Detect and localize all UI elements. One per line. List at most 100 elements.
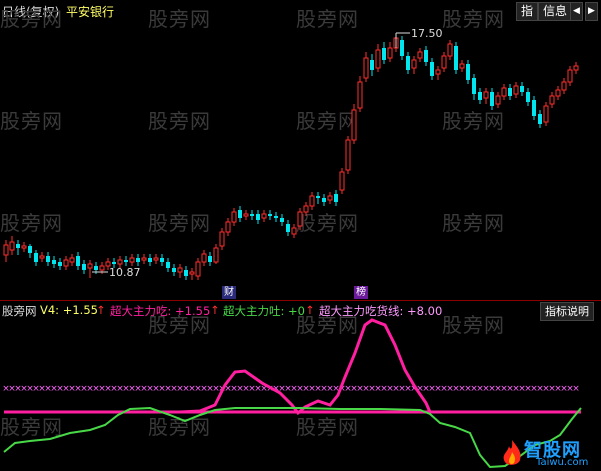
candle-body bbox=[184, 270, 188, 276]
candle-body bbox=[490, 92, 494, 106]
candle-body bbox=[243, 213, 249, 217]
candle-body bbox=[382, 48, 386, 60]
candle-body bbox=[424, 50, 428, 62]
earnings-tag[interactable]: 财 bbox=[222, 286, 236, 299]
candle-body bbox=[351, 109, 357, 141]
candle-body bbox=[472, 78, 476, 94]
candle-body bbox=[501, 87, 507, 97]
candle-body bbox=[447, 43, 453, 57]
candle-body bbox=[286, 224, 290, 232]
candle-body bbox=[274, 216, 278, 218]
candle-body bbox=[375, 49, 381, 69]
candle-body bbox=[280, 218, 284, 222]
candle-body bbox=[34, 253, 38, 262]
candle-body bbox=[406, 56, 410, 70]
candle-body bbox=[94, 266, 98, 270]
candle-body bbox=[538, 114, 542, 124]
candle-body bbox=[9, 241, 15, 251]
candle-body bbox=[225, 221, 231, 233]
candle-body bbox=[16, 244, 20, 248]
candle-body bbox=[520, 86, 524, 92]
candle-body bbox=[400, 40, 404, 56]
candle-body bbox=[454, 46, 458, 70]
candle-body bbox=[513, 85, 519, 95]
candle-body bbox=[417, 51, 423, 59]
candle-body bbox=[363, 57, 369, 79]
candle-body bbox=[495, 95, 501, 105]
candle-body bbox=[117, 259, 123, 265]
candle-body bbox=[82, 264, 86, 270]
candle-body bbox=[555, 89, 561, 97]
logo-url: Taiwu.com bbox=[536, 457, 589, 468]
candle-body bbox=[201, 253, 207, 263]
candle-body bbox=[238, 210, 242, 218]
candle-body bbox=[466, 64, 470, 80]
candle-body bbox=[411, 59, 417, 69]
candle-body bbox=[459, 63, 465, 69]
candle-body bbox=[189, 271, 195, 275]
candle-body bbox=[99, 265, 105, 271]
dotted-marker: × bbox=[572, 384, 580, 394]
candle-body bbox=[549, 95, 555, 105]
candle-body bbox=[334, 194, 338, 202]
candle-body bbox=[327, 195, 333, 201]
candle-body bbox=[213, 247, 219, 263]
pane-divider bbox=[0, 300, 601, 301]
candle-body bbox=[58, 262, 62, 266]
candle-body bbox=[129, 257, 135, 263]
candle-body bbox=[483, 91, 489, 99]
high-price-label: 17.50 bbox=[411, 27, 443, 40]
candle-body bbox=[52, 260, 56, 264]
candle-body bbox=[250, 214, 254, 216]
candle-body bbox=[573, 65, 579, 71]
candle-body bbox=[303, 205, 309, 213]
candle-body bbox=[160, 258, 164, 262]
candle-body bbox=[28, 246, 32, 253]
ranking-tag[interactable]: 榜 bbox=[354, 286, 368, 299]
candle-body bbox=[166, 262, 170, 268]
candle-body bbox=[39, 255, 45, 259]
candle-body bbox=[63, 259, 69, 267]
candle-body bbox=[309, 195, 315, 207]
candle-body bbox=[441, 55, 447, 69]
candle-body bbox=[112, 262, 116, 264]
flame-icon bbox=[503, 440, 521, 465]
candle-body bbox=[195, 261, 201, 277]
candle-body bbox=[261, 213, 267, 219]
candle-body bbox=[3, 244, 9, 256]
candle-body bbox=[478, 92, 482, 100]
candle-body bbox=[21, 245, 27, 249]
candle-body bbox=[387, 47, 393, 59]
candle-body bbox=[430, 62, 434, 76]
candle-body bbox=[370, 60, 374, 70]
candle-body bbox=[543, 105, 549, 123]
candle-body bbox=[153, 257, 159, 261]
candle-body bbox=[124, 260, 128, 262]
candle-body bbox=[339, 171, 345, 191]
candle-body bbox=[322, 198, 326, 202]
candle-body bbox=[297, 211, 303, 227]
candle-body bbox=[567, 69, 573, 83]
candle-body bbox=[136, 258, 140, 262]
candle-body bbox=[208, 256, 212, 262]
candle-body bbox=[526, 92, 530, 102]
candle-body bbox=[256, 214, 260, 220]
candle-body bbox=[76, 256, 80, 266]
candle-body bbox=[172, 268, 176, 272]
candle-body bbox=[345, 139, 351, 171]
low-price-label: 10.87 bbox=[109, 266, 141, 279]
candle-body bbox=[231, 211, 237, 223]
green-curve bbox=[3, 406, 582, 469]
candle-body bbox=[435, 69, 441, 75]
site-logo: 智股网 Taiwu.com bbox=[500, 436, 598, 470]
candle-body bbox=[561, 81, 567, 91]
candle-body bbox=[219, 231, 225, 247]
candlestick-chart[interactable]: 17.50 10.87 bbox=[0, 0, 601, 300]
candle-body bbox=[357, 81, 363, 109]
candle-body bbox=[87, 263, 93, 269]
candle-body bbox=[46, 256, 50, 262]
candle-body bbox=[148, 258, 152, 262]
candle-body bbox=[141, 257, 147, 261]
candle-body bbox=[268, 214, 272, 216]
candle-body bbox=[532, 100, 536, 116]
